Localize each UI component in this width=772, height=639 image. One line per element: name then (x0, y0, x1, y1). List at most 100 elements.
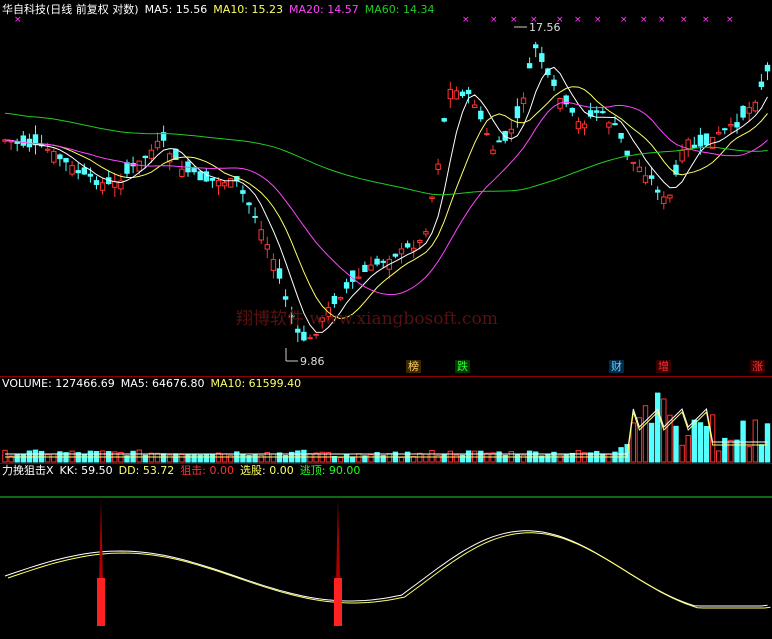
candle-body (630, 161, 636, 164)
candle (57, 153, 63, 167)
signal-marker: × (510, 15, 518, 25)
candle-body (667, 194, 673, 199)
candle-body (197, 171, 203, 181)
volume-bar (32, 449, 39, 463)
kk-line (4, 530, 768, 607)
volume-bar (197, 454, 203, 463)
event-tag-bang[interactable]: 榜 (406, 360, 421, 373)
candle (228, 177, 234, 188)
volume-bar (148, 452, 155, 463)
candle (276, 259, 283, 284)
volume-bar (642, 405, 649, 463)
candle (441, 117, 447, 123)
candle-body (655, 189, 661, 193)
volume-bar (350, 456, 356, 463)
candle-body (252, 215, 258, 218)
candle (160, 125, 167, 148)
volume-bar (691, 419, 697, 463)
candle (459, 89, 466, 99)
volume-bar (81, 453, 87, 463)
candle-body (728, 123, 734, 127)
candle-body (57, 154, 63, 160)
candle-body (295, 328, 301, 333)
volume-bar (459, 454, 466, 463)
volume-bar (685, 434, 691, 463)
volume-bar (630, 422, 636, 463)
event-tag-die[interactable]: 跌 (455, 360, 470, 373)
volume-bar (167, 454, 173, 463)
candle-body (20, 135, 27, 146)
candle-body (45, 148, 51, 151)
candle-body (539, 53, 545, 63)
volume-ma10: MA10: 61599.40 (210, 377, 302, 390)
candle-body (270, 259, 277, 271)
candle-body (337, 296, 344, 300)
escape-value: 逃顶: 90.00 (299, 464, 361, 477)
candle-body (282, 296, 289, 300)
candle-body (478, 110, 484, 120)
candle (14, 138, 20, 152)
event-tag-zeng[interactable]: 增 (656, 360, 671, 373)
candle (569, 107, 575, 117)
candle (75, 162, 81, 180)
candle-body (746, 107, 752, 114)
volume-panel (2, 392, 771, 463)
candle (594, 106, 600, 122)
candle-body (508, 128, 515, 134)
volume-bar (764, 423, 771, 463)
candle (270, 253, 277, 279)
candle-body (722, 128, 728, 131)
candle-body (215, 180, 222, 187)
candle (728, 117, 734, 133)
candle-body (209, 177, 216, 181)
candle-body (99, 182, 106, 191)
candle (740, 105, 746, 121)
volume-bar (45, 454, 51, 463)
candle-body (246, 202, 252, 206)
candle-body (368, 264, 374, 271)
ma20-value: MA20: 14.57 (289, 3, 359, 16)
volume-bar (417, 452, 423, 463)
candle-body (87, 173, 94, 177)
candle (539, 46, 545, 69)
volume-bar (435, 454, 441, 463)
candle-body (154, 140, 161, 149)
candle-body (612, 123, 618, 126)
candle-body (417, 239, 423, 243)
candle (331, 293, 338, 308)
volume-bar (154, 452, 161, 463)
ma10-value: MA10: 15.23 (213, 3, 284, 16)
high-price-label: 17.56 (529, 21, 561, 34)
volume-bar (301, 449, 307, 463)
candle (258, 220, 264, 245)
event-tag-cai[interactable]: 财 (609, 360, 624, 373)
candle-body (514, 106, 521, 119)
candle-body (148, 149, 155, 159)
volume-bar (398, 456, 405, 463)
volume-bar (368, 454, 374, 463)
candle (356, 268, 362, 280)
volume-bar (136, 449, 142, 463)
volume-bar (51, 453, 57, 463)
candle (112, 172, 118, 197)
volume-bar (14, 453, 20, 463)
candle-body (435, 163, 441, 170)
candle (514, 98, 521, 128)
dd-value: DD: 53.72 (118, 464, 175, 477)
candle (313, 333, 319, 339)
candle (154, 132, 161, 151)
candle (106, 170, 112, 185)
candle (32, 125, 39, 155)
candle (368, 256, 374, 271)
volume-bar (429, 449, 435, 463)
snipe-value: 狙击: 0.00 (180, 464, 235, 477)
snipe-bar (97, 578, 105, 626)
volume-bar (142, 454, 149, 463)
volume-bar (423, 453, 429, 463)
volume-bar (606, 453, 612, 463)
volume-bar (465, 450, 472, 463)
candle-body (716, 131, 722, 135)
event-tag-zhang[interactable]: 涨 (750, 360, 765, 373)
volume-bar (569, 452, 575, 463)
candle-body (75, 170, 81, 174)
